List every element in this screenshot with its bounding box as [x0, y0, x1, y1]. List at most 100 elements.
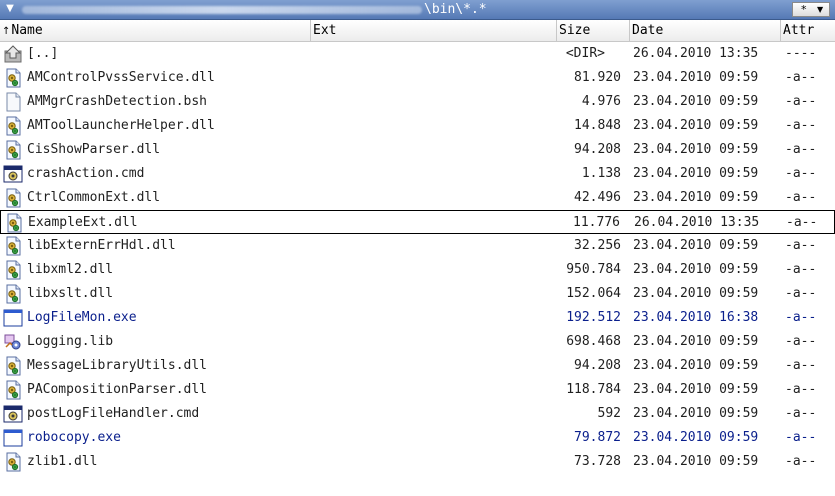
file-date: 23.04.2010 09:59: [633, 286, 759, 301]
filter-button[interactable]: * ▼: [792, 2, 830, 17]
file-size: 14.848: [574, 118, 621, 133]
file-date: 23.04.2010 09:59: [633, 94, 759, 109]
filter-dropdown-icon: ▼: [817, 5, 824, 14]
file-name: postLogFileHandler.cmd: [27, 406, 200, 421]
dll-icon: [3, 452, 23, 472]
path-text: \bin\*.*: [424, 2, 487, 17]
dll-icon: [3, 356, 23, 376]
file-name: AMMgrCrashDetection.bsh: [27, 94, 208, 109]
file-attributes: -a--: [785, 430, 817, 445]
file-size: 79.872: [574, 430, 621, 445]
file-size: 4.976: [581, 94, 621, 109]
history-dropdown-icon[interactable]: ▼: [4, 3, 16, 15]
file-date: 23.04.2010 09:59: [633, 190, 759, 205]
file-row[interactable]: PACompositionParser.dll 118.784 23.04.2010…: [0, 378, 835, 402]
file-name: PACompositionParser.dll: [27, 382, 208, 397]
column-header-name-label: Name: [11, 23, 43, 38]
file-attributes: -a--: [785, 406, 817, 421]
file-size: 11.776: [573, 215, 620, 230]
path-bar[interactable]: ▼ \bin\*.* * ▼: [0, 0, 835, 20]
file-size: 950.784: [566, 262, 621, 277]
file-icon: [3, 92, 23, 112]
dll-icon: [3, 140, 23, 160]
lib-icon: [3, 332, 23, 350]
file-row[interactable]: libxml2.dll 950.784 23.04.2010 09:59 -a--: [0, 258, 835, 282]
file-name: libExternErrHdl.dll: [27, 238, 176, 253]
column-header-size[interactable]: Size: [557, 20, 630, 41]
file-name: zlib1.dll: [27, 454, 98, 469]
file-row[interactable]: AMMgrCrashDetection.bsh 4.976 23.04.2010 0…: [0, 90, 835, 114]
file-attributes: -a--: [785, 334, 817, 349]
file-row[interactable]: zlib1.dll 73.728 23.04.2010 09:59 -a--: [0, 450, 835, 474]
file-row[interactable]: robocopy.exe 79.872 23.04.2010 09:59 -a--: [0, 426, 835, 450]
column-header-date-label: Date: [632, 23, 664, 38]
column-header: ↑Name Ext Size Date Attr: [0, 20, 835, 42]
file-name: libxml2.dll: [27, 262, 114, 277]
up-folder-icon: [3, 44, 23, 63]
file-size: 94.208: [574, 358, 621, 373]
file-row[interactable]: postLogFileHandler.cmd 592 23.04.2010 09:5…: [0, 402, 835, 426]
file-attributes: -a--: [785, 382, 817, 397]
file-row[interactable]: libExternErrHdl.dll 32.256 23.04.2010 09:5…: [0, 234, 835, 258]
file-size: 1.138: [581, 166, 621, 181]
file-row[interactable]: [..] <DIR> 26.04.2010 13:35 ----: [0, 42, 835, 66]
column-header-name[interactable]: ↑Name: [0, 20, 311, 41]
exe-icon: [3, 428, 23, 447]
file-row[interactable]: crashAction.cmd 1.138 23.04.2010 09:59 -a--: [0, 162, 835, 186]
file-size: 192.512: [566, 310, 621, 325]
file-row[interactable]: Logging.lib 698.468 23.04.2010 09:59 -a--: [0, 330, 835, 354]
cmd-icon: [3, 164, 23, 183]
file-name: Logging.lib: [27, 334, 114, 349]
file-name: CisShowParser.dll: [27, 142, 161, 157]
file-row[interactable]: libxslt.dll 152.064 23.04.2010 09:59 -a--: [0, 282, 835, 306]
file-attributes: -a--: [785, 118, 817, 133]
exe-icon: [3, 308, 23, 327]
filter-label: *: [801, 3, 807, 16]
file-name: [..]: [27, 46, 59, 61]
column-header-ext-label: Ext: [313, 23, 337, 38]
file-attributes: -a--: [785, 190, 817, 205]
dll-icon: [3, 260, 23, 280]
file-date: 23.04.2010 09:59: [633, 406, 759, 421]
file-size: <DIR>: [565, 46, 605, 61]
file-date: 26.04.2010 13:35: [634, 215, 760, 230]
column-header-attr-label: Attr: [783, 23, 815, 38]
file-row[interactable]: AMToolLauncherHelper.dll 14.848 23.04.2010…: [0, 114, 835, 138]
file-attributes: -a--: [785, 166, 817, 181]
column-header-ext[interactable]: Ext: [311, 20, 557, 41]
file-date: 23.04.2010 09:59: [633, 454, 759, 469]
file-size: 118.784: [566, 382, 621, 397]
file-name: robocopy.exe: [27, 430, 121, 445]
column-header-date[interactable]: Date: [630, 20, 781, 41]
file-attributes: -a--: [785, 454, 817, 469]
path-redacted: [22, 6, 422, 14]
file-attributes: -a--: [785, 358, 817, 373]
file-name: LogFileMon.exe: [27, 310, 137, 325]
file-row[interactable]: ExampleExt.dll 11.776 26.04.2010 13:35 -a--: [0, 210, 835, 234]
file-size: 152.064: [566, 286, 621, 301]
column-header-attr[interactable]: Attr: [781, 20, 835, 41]
file-attributes: -a--: [785, 310, 817, 325]
file-row[interactable]: CtrlCommonExt.dll 42.496 23.04.2010 09:59 -…: [0, 186, 835, 210]
file-size: 81.920: [574, 70, 621, 85]
file-date: 23.04.2010 09:59: [633, 118, 759, 133]
file-date: 26.04.2010 13:35: [633, 46, 759, 61]
dll-icon: [3, 236, 23, 256]
file-size: 94.208: [574, 142, 621, 157]
file-attributes: -a--: [785, 286, 817, 301]
file-size: 32.256: [574, 238, 621, 253]
file-name: crashAction.cmd: [27, 166, 145, 181]
file-date: 23.04.2010 09:59: [633, 142, 759, 157]
file-size: 592: [597, 406, 621, 421]
file-date: 23.04.2010 09:59: [633, 358, 759, 373]
file-row[interactable]: CisShowParser.dll 94.208 23.04.2010 09:59 -…: [0, 138, 835, 162]
file-attributes: ----: [785, 46, 817, 61]
file-attributes: -a--: [785, 238, 817, 253]
file-row[interactable]: MessageLibraryUtils.dll 94.208 23.04.2010 …: [0, 354, 835, 378]
file-row[interactable]: AMControlPvssService.dll 81.920 23.04.2010…: [0, 66, 835, 90]
file-attributes: -a--: [785, 142, 817, 157]
dll-icon: [3, 116, 23, 136]
dll-icon: [3, 380, 23, 400]
cmd-icon: [3, 404, 23, 423]
file-row[interactable]: LogFileMon.exe 192.512 23.04.2010 16:38 -a-…: [0, 306, 835, 330]
